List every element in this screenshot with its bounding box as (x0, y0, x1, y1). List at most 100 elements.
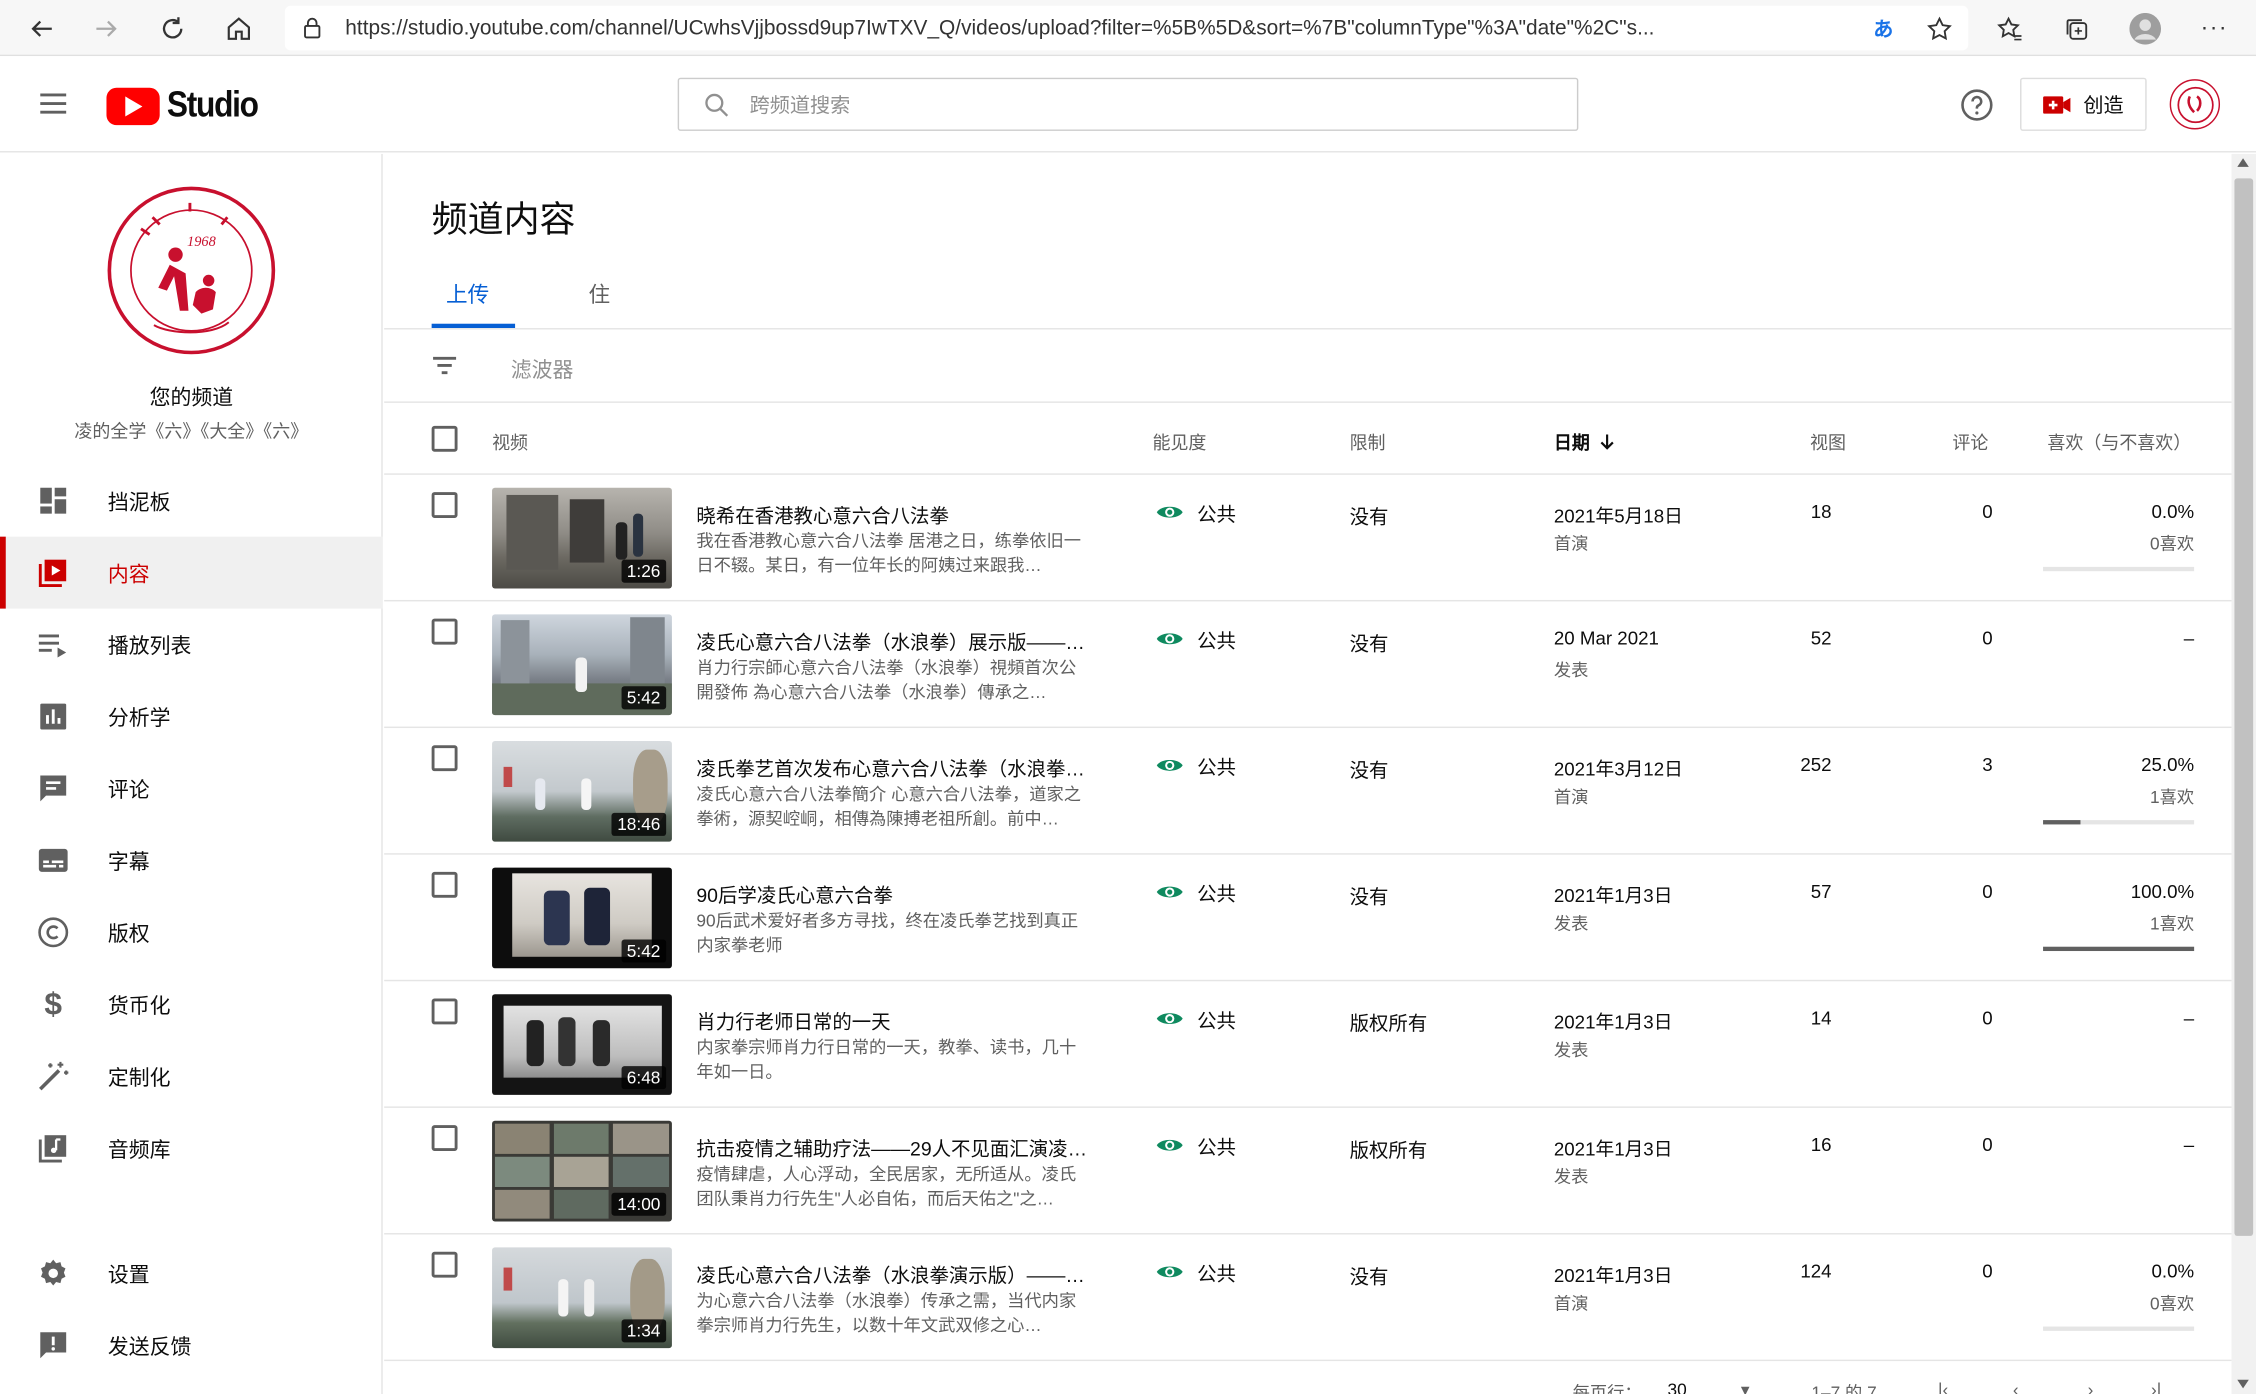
restriction-cell[interactable]: 版权所有 (1350, 1007, 1428, 1036)
visibility-cell[interactable]: 公共 (1155, 878, 1236, 907)
analytics-icon (37, 701, 69, 733)
video-title[interactable]: 90后学凌氏心意六合拳 (696, 879, 1099, 908)
table-row[interactable]: 5:42 90后学凌氏心意六合拳 90后武术爱好者多方寻找，终在凌氏拳艺找到真正… (384, 855, 2232, 982)
channel-logo[interactable]: 1968 (106, 186, 276, 356)
restriction-cell[interactable]: 版权所有 (1350, 1134, 1428, 1163)
forward-icon[interactable] (86, 9, 126, 49)
nav-label: 发送反馈 (107, 1335, 192, 1359)
select-all-checkbox[interactable] (431, 425, 458, 452)
rows-dropdown-icon[interactable]: ▾ (1741, 1380, 1750, 1394)
hamburger-menu-icon[interactable] (37, 91, 69, 117)
nav-item-feedback[interactable]: 发送反馈 (0, 1309, 383, 1381)
row-checkbox[interactable] (431, 492, 458, 518)
first-page-icon[interactable]: |‹ (1938, 1380, 1948, 1394)
nav-item-settings[interactable]: 设置 (0, 1237, 383, 1309)
next-page-icon[interactable]: › (2088, 1380, 2094, 1394)
address-bar[interactable]: https://studio.youtube.com/channel/UCwhs… (284, 5, 1969, 51)
favorites-icon[interactable] (1990, 9, 2030, 49)
favorite-add-icon[interactable] (1919, 9, 1959, 49)
studio-logo[interactable]: Studio (106, 85, 270, 127)
video-thumbnail[interactable]: 18:46 (492, 740, 672, 842)
scroll-up-icon[interactable] (2237, 158, 2249, 167)
visibility-cell[interactable]: 公共 (1155, 751, 1236, 780)
dashboard-icon (37, 485, 69, 517)
create-button[interactable]: 创造 (2020, 77, 2147, 131)
scrollbar-thumb[interactable] (2234, 178, 2254, 1236)
search-input[interactable] (749, 92, 1556, 116)
nav-label: 设置 (107, 1263, 150, 1287)
video-title[interactable]: 肖力行老师日常的一天 (696, 1006, 1099, 1035)
visibility-cell[interactable]: 公共 (1155, 1257, 1236, 1286)
search-box[interactable] (677, 77, 1579, 131)
row-checkbox[interactable] (431, 745, 458, 772)
account-avatar[interactable] (2169, 79, 2221, 130)
nav-label: 内容 (107, 563, 150, 587)
video-thumbnail[interactable]: 14:00 (492, 1120, 672, 1222)
page-scrollbar[interactable] (2231, 153, 2256, 1394)
refresh-icon[interactable] (153, 9, 193, 49)
visibility-cell[interactable]: 公共 (1155, 498, 1236, 527)
column-header-date[interactable]: 日期 (1554, 427, 1616, 454)
nav-item-monetization[interactable]: $ 货币化 (0, 968, 383, 1040)
video-thumbnail[interactable]: 6:48 (492, 994, 672, 1095)
profile-icon[interactable] (2125, 9, 2165, 49)
column-header-video: 视频 (492, 433, 529, 454)
nav-item-audio-library[interactable]: 音频库 (0, 1112, 383, 1184)
video-thumbnail[interactable]: 1:26 (492, 487, 672, 589)
help-icon[interactable] (1960, 88, 1995, 130)
table-row[interactable]: 18:46 凌氏拳艺首次发布心意六合八法拳（水浪拳… 凌氏心意六合八法拳簡介 心… (384, 728, 2232, 855)
more-menu-icon[interactable]: ··· (2194, 9, 2234, 49)
translate-icon[interactable]: あ (1863, 9, 1903, 49)
video-description: 90后武术爱好者多方寻找，终在凌氏拳艺找到真正内家拳老师 (696, 910, 1079, 956)
nav-item-copyright[interactable]: 版权 (0, 896, 383, 968)
nav-item-subtitles[interactable]: 字幕 (0, 824, 383, 896)
video-title[interactable]: 凌氏拳艺首次发布心意六合八法拳（水浪拳… (696, 752, 1099, 781)
tab-live[interactable]: 住 (588, 279, 610, 309)
table-row[interactable]: 5:42 凌氏心意六合八法拳（水浪拳）展示版——肖… 肖力行宗師心意六合八法拳（… (384, 601, 2232, 729)
visibility-cell[interactable]: 公共 (1155, 624, 1236, 653)
rows-per-page-select[interactable]: 30 (1668, 1380, 1687, 1394)
visibility-label: 公共 (1197, 630, 1236, 652)
prev-page-icon[interactable]: ‹ (2013, 1380, 2019, 1394)
row-checkbox[interactable] (431, 618, 458, 645)
row-checkbox[interactable] (431, 871, 458, 898)
video-title[interactable]: 晓希在香港教心意六合八法拳 (696, 499, 1099, 528)
video-title[interactable]: 抗击疫情之辅助疗法——29人不见面汇演凌氏… (696, 1132, 1099, 1161)
restriction-cell: 没有 (1349, 1266, 1389, 1288)
table-row[interactable]: 6:48 肖力行老师日常的一天 内家拳宗师肖力行日常的一天，教拳、读书，几十年如… (384, 981, 2232, 1108)
video-thumbnail[interactable]: 5:42 (492, 614, 672, 716)
scroll-down-icon[interactable] (2237, 1379, 2249, 1389)
table-row[interactable]: 1:26 晓希在香港教心意六合八法拳 我在香港教心意六合八法拳 居港之日，练拳依… (384, 475, 2232, 602)
back-icon[interactable] (22, 9, 62, 49)
collections-icon[interactable] (2056, 9, 2096, 49)
nav-item-comments[interactable]: 评论 (0, 752, 383, 824)
views-cell: 252 (1800, 753, 1832, 776)
column-header-likes: 喜欢（与不喜欢） (2047, 433, 2192, 454)
table-row[interactable]: 1:34 凌氏心意六合八法拳（水浪拳演示版）——密… 为心意六合八法拳（水浪拳）… (384, 1234, 2232, 1362)
nav-item-dashboard[interactable]: 挡泥板 (0, 465, 383, 537)
video-title[interactable]: 凌氏心意六合八法拳（水浪拳）展示版——肖… (696, 626, 1099, 655)
tab-uploads[interactable]: 上传 (446, 279, 489, 309)
youtube-play-icon (106, 87, 160, 125)
home-icon[interactable] (219, 9, 259, 49)
row-checkbox[interactable] (431, 1251, 458, 1278)
visibility-cell[interactable]: 公共 (1155, 1131, 1236, 1160)
filter-icon[interactable] (432, 355, 458, 382)
comments-cell: 0 (1982, 500, 1993, 523)
video-thumbnail[interactable]: 5:42 (492, 867, 672, 969)
nav-item-analytics[interactable]: 分析学 (0, 681, 383, 753)
video-title[interactable]: 凌氏心意六合八法拳（水浪拳演示版）——密… (696, 1259, 1099, 1288)
visibility-cell[interactable]: 公共 (1155, 1004, 1236, 1033)
video-thumbnail[interactable]: 1:34 (492, 1247, 672, 1349)
settings-icon (37, 1257, 69, 1289)
date-header-label: 日期 (1553, 433, 1590, 454)
row-checkbox[interactable] (431, 1125, 458, 1152)
nav-item-playlists[interactable]: 播放列表 (0, 609, 383, 681)
filter-input[interactable]: 滤波器 (511, 354, 574, 384)
nav-label: 音频库 (107, 1138, 171, 1162)
table-row[interactable]: 14:00 抗击疫情之辅助疗法——29人不见面汇演凌氏… 疫情肆虐，人心浮动，全… (384, 1108, 2232, 1235)
last-page-icon[interactable]: ›| (2151, 1380, 2161, 1394)
nav-item-content[interactable]: 内容 (0, 536, 383, 609)
nav-item-customization[interactable]: 定制化 (0, 1040, 383, 1112)
row-checkbox[interactable] (431, 998, 458, 1025)
